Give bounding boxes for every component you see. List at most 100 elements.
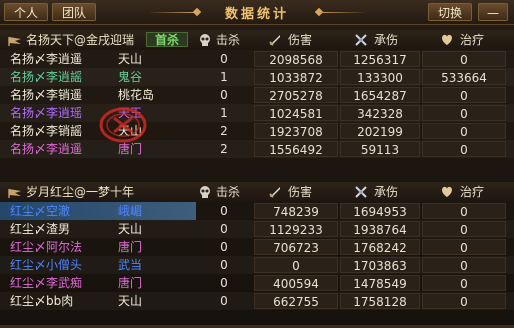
player-row[interactable]: 名扬〆李销遥 桃花岛 0 2705278 1654287 0: [0, 86, 514, 104]
first-kill-badge: 首杀: [146, 32, 188, 47]
player-damage: 1033872: [254, 69, 338, 85]
team-name: 名扬天下@金戌迎瑞: [26, 33, 135, 47]
column-header-damage: 伤害: [288, 185, 313, 199]
player-healing: 0: [422, 141, 506, 157]
player-school: 鬼谷: [118, 70, 143, 84]
player-healing: 0: [422, 87, 506, 103]
title-line-right: [320, 12, 364, 13]
player-kills: 0: [220, 240, 228, 254]
title-ornament: 数据统计: [150, 2, 364, 22]
player-row[interactable]: 红尘〆小僧头 武当 0 0 1703863 0: [0, 256, 514, 274]
player-kills: 0: [220, 258, 228, 272]
minimize-button[interactable]: —: [478, 3, 508, 21]
column-header-taken: 承伤: [374, 33, 399, 47]
player-damage-taken: 1694953: [340, 203, 420, 219]
column-header-kills: 击杀: [216, 185, 241, 199]
player-damage-taken: 1654287: [340, 87, 420, 103]
heart-icon: [440, 33, 454, 47]
kill-stamp-icon: [99, 107, 147, 143]
player-damage-taken: 1768242: [340, 239, 420, 255]
player-name: 红尘〆渣男: [10, 222, 71, 236]
player-school: 桃花岛: [118, 88, 155, 102]
player-row[interactable]: 名扬〆李销謡天山219237082021990: [0, 122, 514, 140]
player-damage: 706723: [254, 239, 338, 255]
player-kills: 2: [220, 142, 228, 156]
player-damage-taken: 1703863: [340, 257, 420, 273]
team-header: 名扬天下@金戌迎瑞 首杀 击杀 伤害 承伤 治疗: [0, 30, 514, 50]
sword-icon: [268, 185, 282, 199]
player-row[interactable]: 红尘〆bb肉 天山 0 662755 1758128 0: [0, 292, 514, 310]
player-damage-taken: 1478549: [340, 275, 420, 291]
tab-personal[interactable]: 个人: [4, 3, 48, 21]
player-healing: 0: [422, 203, 506, 219]
player-name: 红尘〆空澈: [10, 204, 71, 218]
switch-button[interactable]: 切换: [428, 3, 472, 21]
player-kills: 0: [220, 204, 228, 218]
skull-icon: [198, 33, 212, 47]
player-kills: 1: [220, 70, 228, 84]
player-damage: 2705278: [254, 87, 338, 103]
player-kills: 0: [220, 52, 228, 66]
column-header-taken: 承伤: [374, 185, 399, 199]
player-healing: 0: [422, 257, 506, 273]
player-row[interactable]: 红尘〆渣男 天山 0 1129233 1938764 0: [0, 220, 514, 238]
player-name: 红尘〆小僧头: [10, 258, 83, 272]
team-header: 岁月红尘@一梦十年 击杀 伤害 承伤 治疗: [0, 182, 514, 202]
crossed-swords-icon: [354, 185, 368, 199]
player-row[interactable]: 红尘〆李武痴 唐门 0 400594 1478549 0: [0, 274, 514, 292]
stats-panel: 个人 团队 数据统计 切换 — 名扬天下@金戌迎瑞 首杀 击杀 伤害 承伤 治疗 名扬〆李逍…: [0, 0, 514, 328]
player-damage-taken: 1256317: [340, 51, 420, 67]
player-healing: 0: [422, 293, 506, 309]
player-row[interactable]: 名扬〆李逍遥 唐门 2 1556492 59113 0: [0, 140, 514, 158]
crossed-swords-icon: [354, 33, 368, 47]
player-kills: 0: [220, 294, 228, 308]
player-row[interactable]: 名扬〆李逍謡 鬼谷 1 1033872 133300 533664: [0, 68, 514, 86]
player-damage-taken: 133300: [340, 69, 420, 85]
player-row[interactable]: 红尘〆阿尔法 唐门 0 706723 1768242 0: [0, 238, 514, 256]
player-kills: 0: [220, 88, 228, 102]
player-name: 红尘〆李武痴: [10, 276, 83, 290]
player-kills: 0: [220, 276, 228, 290]
player-healing: 0: [422, 51, 506, 67]
player-school: 天山: [118, 52, 143, 66]
player-damage: 1129233: [254, 221, 338, 237]
player-row[interactable]: 红尘〆空澈 峨嵋 0 748239 1694953 0: [0, 202, 514, 220]
team-name: 岁月红尘@一梦十年: [26, 185, 135, 199]
player-damage-taken: 1938764: [340, 221, 420, 237]
player-row[interactable]: 名扬〆李逍瑶 天王 1 1024581 342328 0: [0, 104, 514, 122]
player-school: 天山: [118, 294, 143, 308]
player-damage-taken: 59113: [340, 141, 420, 157]
team-flag-icon: [8, 35, 22, 46]
tab-team[interactable]: 团队: [52, 3, 96, 21]
player-row[interactable]: 名扬〆李逍遥 天山 0 2098568 1256317 0: [0, 50, 514, 68]
page-title: 数据统计: [224, 7, 289, 22]
skull-icon: [198, 185, 212, 199]
player-kills: 0: [220, 222, 228, 236]
player-kills: 1: [220, 106, 228, 120]
column-header-kills: 击杀: [216, 33, 241, 47]
player-damage-taken: 342328: [340, 105, 420, 121]
player-damage-taken: 202199: [340, 123, 420, 139]
player-healing: 0: [422, 123, 506, 139]
column-header-healing: 治疗: [460, 33, 485, 47]
column-header-healing: 治疗: [460, 185, 485, 199]
player-healing: 0: [422, 221, 506, 237]
title-line-left: [150, 12, 194, 13]
player-healing: 0: [422, 105, 506, 121]
column-header-damage: 伤害: [288, 33, 313, 47]
player-damage: 0: [254, 257, 338, 273]
heart-icon: [440, 185, 454, 199]
top-bar: 个人 团队 数据统计 切换 —: [0, 0, 514, 25]
player-damage: 662755: [254, 293, 338, 309]
player-damage: 748239: [254, 203, 338, 219]
player-healing: 0: [422, 275, 506, 291]
team-flag-icon: [8, 187, 22, 198]
player-healing: 533664: [422, 69, 506, 85]
player-school: 唐门: [118, 240, 143, 254]
player-name: 名扬〆李逍謡: [10, 70, 83, 84]
player-damage: 2098568: [254, 51, 338, 67]
player-damage: 1556492: [254, 141, 338, 157]
player-name: 名扬〆李逍遥: [10, 52, 83, 66]
player-damage: 1024581: [254, 105, 338, 121]
player-name: 名扬〆李销遥: [10, 88, 83, 102]
